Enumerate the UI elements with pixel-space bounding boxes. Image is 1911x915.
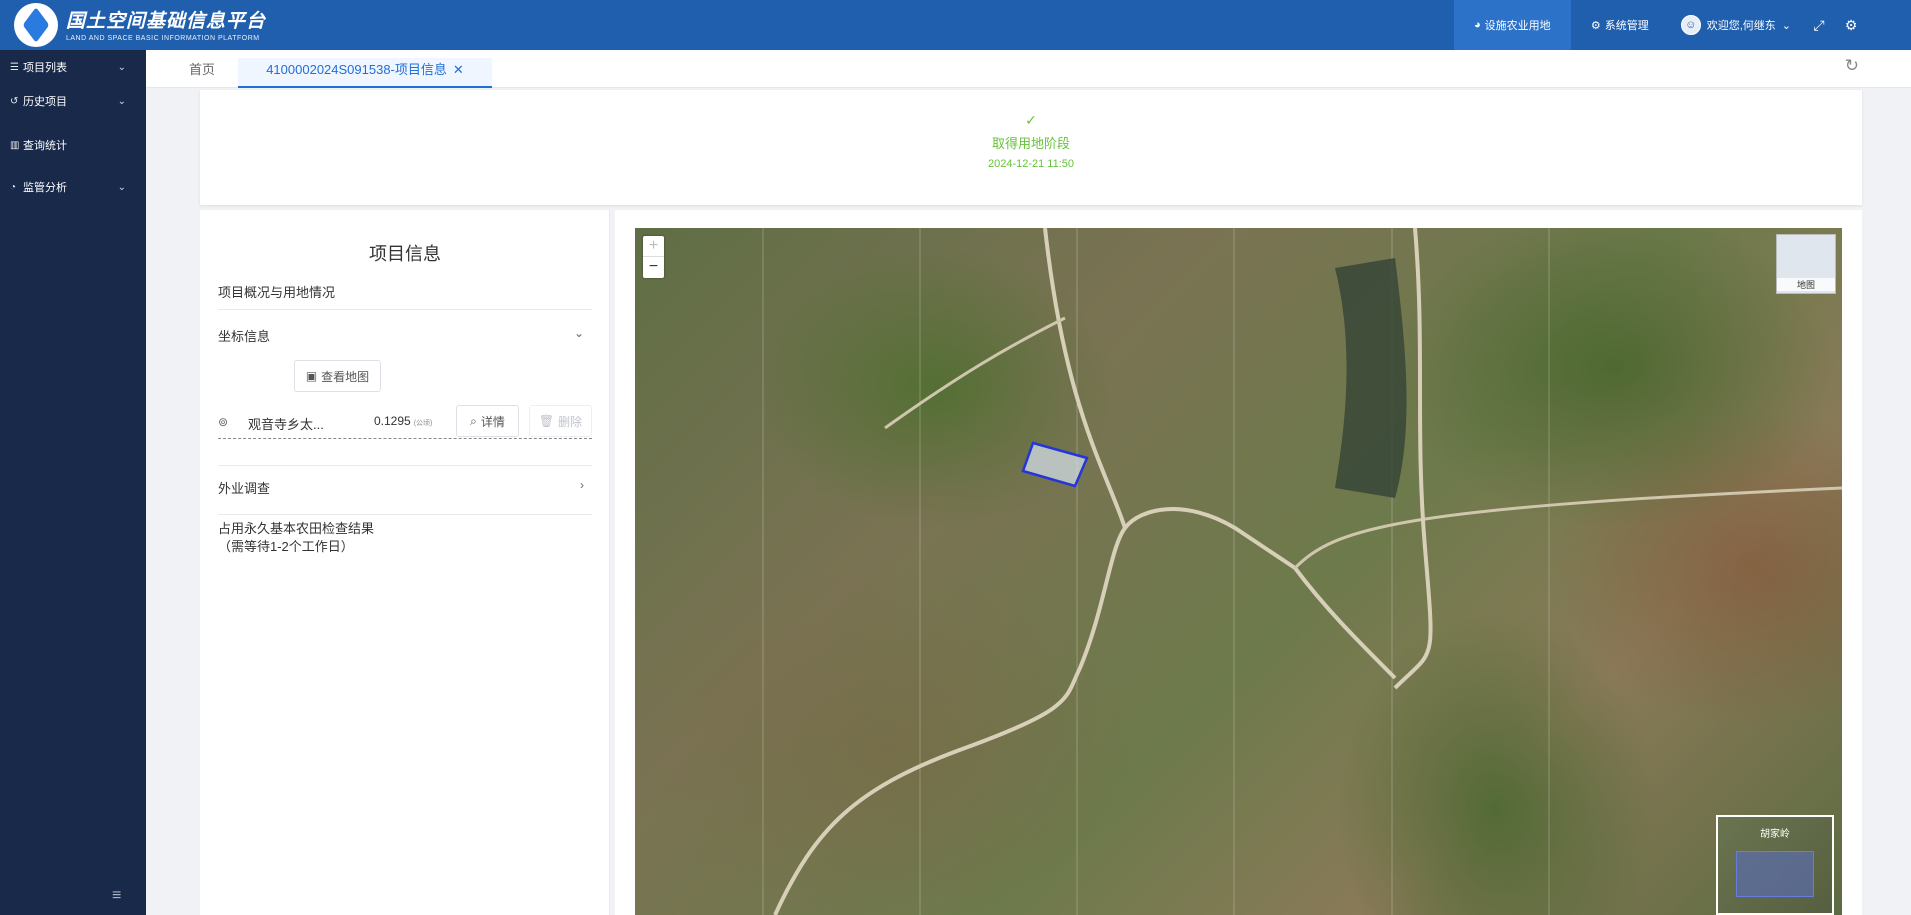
pie-chart-icon: ◔ xyxy=(10,181,17,193)
road xyxy=(773,507,1397,915)
stage-label: 取得用地阶段 xyxy=(991,136,1070,151)
chevron-down-icon: ⌄ xyxy=(117,61,126,73)
section-overview[interactable]: 项目概况与用地情况 xyxy=(218,282,592,310)
trash-icon: 🗑 xyxy=(538,414,555,428)
list-icon: ☰ xyxy=(10,61,19,73)
refresh-icon[interactable]: ↻ xyxy=(1845,56,1859,76)
map-panel: + − 地图 胡家岭 xyxy=(615,210,1862,915)
bar-chart-icon: ▥ xyxy=(10,139,20,151)
section-label: 外业调查 xyxy=(218,481,271,496)
check-result-title: 占用永久基本农田检查结果 xyxy=(218,521,375,536)
nav-system-management[interactable]: ⚙ 系统管理 xyxy=(1571,0,1669,50)
road xyxy=(1043,228,1127,529)
sidebar-item-label: 历史项目 xyxy=(23,96,67,108)
sidebar-item-project-list[interactable]: ☰ 项目列表 ⌄ xyxy=(0,50,146,84)
nav-label: 设施农业用地 xyxy=(1484,20,1551,32)
sidebar-item-supervision[interactable]: ◔ 监管分析 ⌄ xyxy=(0,170,146,204)
header-right: ◕ 设施农业用地 ⚙ 系统管理 ☺ 欢迎您,何继东 ⌄ ⤢ ⚙ xyxy=(1453,0,1911,50)
tab-home[interactable]: 首页 xyxy=(189,58,215,88)
history-icon: ↺ xyxy=(10,95,19,107)
chevron-down-icon: ⌄ xyxy=(117,95,126,107)
user-menu[interactable]: ☺ 欢迎您,何继东 ⌄ xyxy=(1669,15,1803,35)
chevron-down-icon: ⌄ xyxy=(117,181,126,193)
sidebar: ☰ 项目列表 ⌄ ↺ 历史项目 ⌄ ▥ 查询统计 ◔ 监管分析 ⌄ ≡ xyxy=(0,50,146,915)
overview-map[interactable]: 胡家岭 xyxy=(1716,815,1834,915)
area-unit: (公顷) xyxy=(413,420,433,427)
tab-bar: 首页 4100002024S091538-项目信息 ✕ ↻ xyxy=(146,50,1911,88)
map-grid xyxy=(762,228,1550,915)
top-header: 国土空间基础信息平台 LAND AND SPACE BASIC INFORMAT… xyxy=(0,0,1911,50)
user-greeting: 欢迎您,何继东 xyxy=(1706,20,1776,32)
section-label: 坐标信息 xyxy=(218,329,271,344)
overview-extent-box xyxy=(1736,851,1814,897)
zoom-out-button[interactable]: − xyxy=(643,257,664,278)
panel-title: 项目信息 xyxy=(369,244,441,264)
globe-icon: ◕ xyxy=(1474,19,1481,31)
brand-title: 国土空间基础信息平台 xyxy=(66,11,267,32)
chevron-down-icon: ⌄ xyxy=(1781,19,1791,32)
brand-subtitle: LAND AND SPACE BASIC INFORMATION PLATFOR… xyxy=(66,35,260,42)
overview-label: 胡家岭 xyxy=(1760,829,1790,840)
coordinate-area: 0.1295 (公顷) xyxy=(374,414,432,428)
button-label: 详情 xyxy=(480,414,505,429)
stage-time: 2024-12-21 11:50 xyxy=(987,158,1075,170)
satellite-map[interactable]: + − 地图 胡家岭 xyxy=(635,228,1842,915)
sidebar-item-label: 查询统计 xyxy=(23,140,67,152)
chevron-right-icon: › xyxy=(580,478,584,492)
avatar: ☺ xyxy=(1680,15,1701,35)
fullscreen-icon[interactable]: ⤢ xyxy=(1803,17,1835,34)
image-icon: ▣ xyxy=(305,369,318,383)
gear-icon[interactable]: ⚙ xyxy=(1835,17,1867,34)
brand: 国土空间基础信息平台 LAND AND SPACE BASIC INFORMAT… xyxy=(66,6,266,42)
area-value: 0.1295 xyxy=(374,414,411,428)
map-overlay xyxy=(762,228,1842,915)
cube-icon xyxy=(22,7,50,43)
nav-label: 系统管理 xyxy=(1604,20,1649,32)
nav-facility-agri-land[interactable]: ◕ 设施农业用地 xyxy=(1453,0,1571,50)
coordinate-name: 观音寺乡太... xyxy=(248,417,324,432)
button-label: 删除 xyxy=(558,414,583,429)
reservoir xyxy=(1335,258,1407,498)
sidebar-item-history[interactable]: ↺ 历史项目 ⌄ xyxy=(0,84,146,118)
section-coordinates[interactable]: 坐标信息 ⌄ xyxy=(218,326,592,348)
zoom-control: + − xyxy=(643,236,664,278)
tab-project-info[interactable]: 4100002024S091538-项目信息 ✕ xyxy=(238,58,492,88)
road xyxy=(1293,486,1842,570)
check-icon: ✓ xyxy=(1025,112,1037,128)
settings-icon: ⚙ xyxy=(1590,19,1601,32)
location-pin-icon: ⊚ xyxy=(218,415,229,429)
road xyxy=(884,316,1066,430)
search-icon: ⌕ xyxy=(470,413,477,428)
close-icon[interactable]: ✕ xyxy=(453,62,464,77)
basemap-label: 地图 xyxy=(1777,278,1835,291)
project-info-panel: 项目信息 项目概况与用地情况 坐标信息 ⌄ ▣ 查看地图 ⊚ 观音寺乡太... 0… xyxy=(200,210,610,915)
sidebar-item-statistics[interactable]: ▥ 查询统计 xyxy=(0,128,146,162)
section-field-survey[interactable]: 外业调查 › xyxy=(218,465,592,515)
check-result-wait: （需等待1-2个工作日） xyxy=(218,539,354,554)
detail-button[interactable]: ⌕ 详情 xyxy=(456,405,519,437)
check-result: 占用永久基本农田检查结果 （需等待1-2个工作日） xyxy=(218,520,374,556)
sidebar-item-label: 监管分析 xyxy=(23,182,67,194)
button-label: 查看地图 xyxy=(321,369,370,384)
view-map-button[interactable]: ▣ 查看地图 xyxy=(294,360,381,392)
basemap-toggle[interactable]: 地图 xyxy=(1776,234,1836,294)
zoom-in-button[interactable]: + xyxy=(643,236,664,257)
chevron-down-icon: ⌄ xyxy=(573,326,584,340)
stage-status-panel: ✓ 取得用地阶段 2024-12-21 11:50 xyxy=(200,90,1862,205)
delete-button[interactable]: 🗑 删除 xyxy=(529,405,592,437)
collapse-menu-icon[interactable]: ≡ xyxy=(112,887,121,905)
tab-label: 4100002024S091538-项目信息 xyxy=(266,62,447,77)
platform-logo xyxy=(14,3,58,47)
sidebar-item-label: 项目列表 xyxy=(23,62,67,74)
